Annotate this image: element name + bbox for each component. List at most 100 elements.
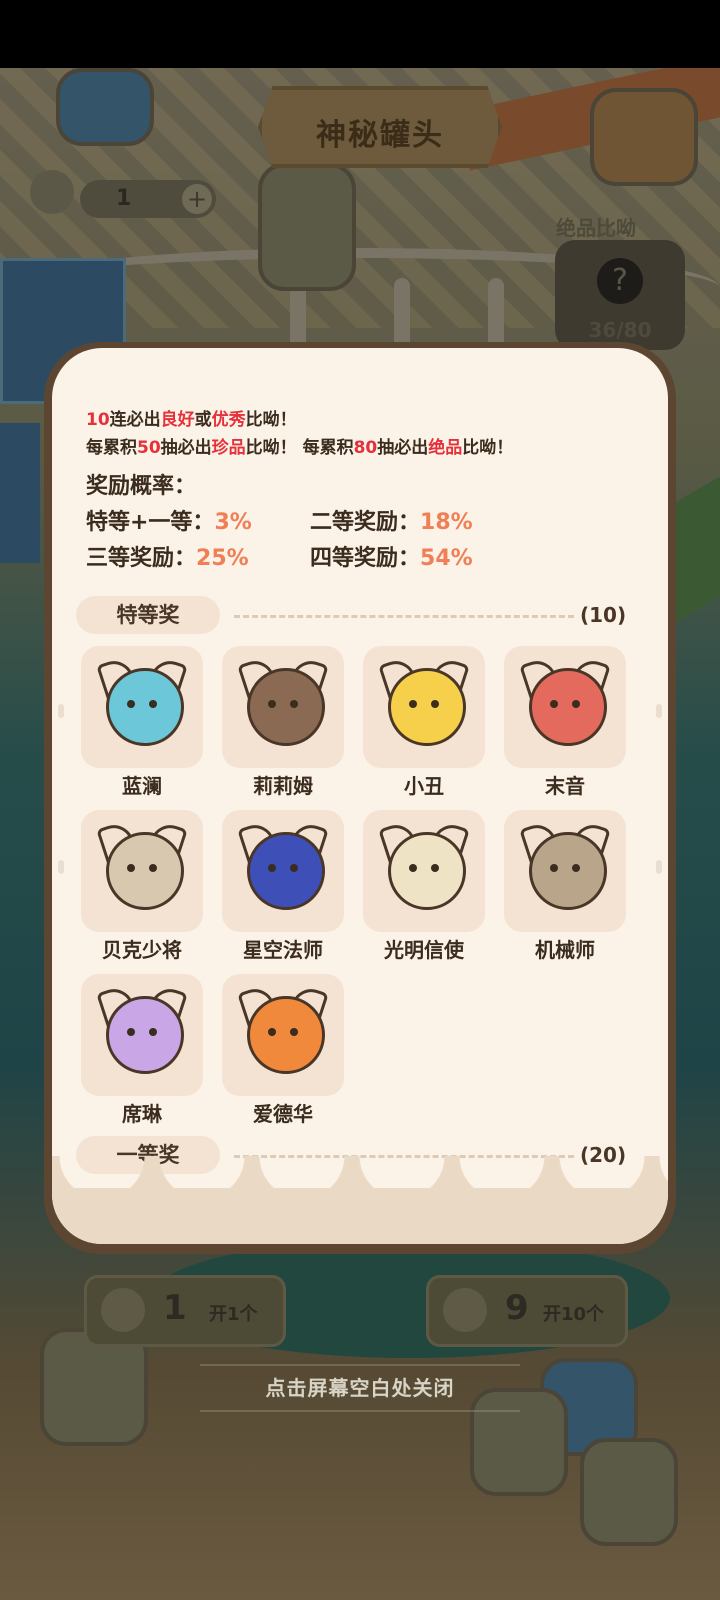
can-decoration: [590, 88, 698, 186]
reward-item[interactable]: 光明信使: [363, 810, 485, 962]
reward-item-name: 蓝澜: [122, 774, 162, 798]
open-one-label: 开1个: [209, 1304, 258, 1325]
reward-item-card: [363, 646, 485, 768]
open-one-button[interactable]: 1 开1个: [84, 1275, 286, 1347]
probability-item: 特等+一等：3%: [86, 510, 252, 535]
rare-progress-badge[interactable]: ? 36/80: [555, 240, 685, 350]
panel-wave-decoration: [52, 1188, 668, 1244]
reward-item[interactable]: 机械师: [504, 810, 626, 962]
close-hint[interactable]: 点击屏幕空白处关闭: [0, 1372, 720, 1401]
character-portrait-icon: [388, 832, 466, 910]
fish-icon: [101, 1288, 145, 1332]
reward-item-card: [504, 810, 626, 932]
status-bar: [0, 0, 720, 68]
open-one-cost: 1: [163, 1288, 187, 1328]
open-ten-cost: 9: [505, 1288, 529, 1328]
character-eye: [149, 700, 157, 708]
reward-item-name: 末音: [545, 774, 585, 798]
ticket-counter: 1 +: [80, 180, 216, 218]
character-eye: [127, 700, 135, 708]
reward-item-card: [222, 810, 344, 932]
probability-item: 二等奖励：18%: [310, 510, 473, 535]
reward-item-name: 机械师: [535, 938, 595, 962]
character-eye: [409, 700, 417, 708]
reward-item-name: 爱德华: [253, 1102, 313, 1126]
decoration-dot: [656, 860, 662, 874]
reward-item-card: [222, 646, 344, 768]
decoration-dot: [656, 704, 662, 718]
reward-item-card: [504, 646, 626, 768]
reward-item-name: 星空法师: [243, 938, 323, 962]
can-decoration: [258, 163, 356, 291]
title-banner: 神秘罐头: [258, 86, 502, 168]
character-portrait-icon: [106, 996, 184, 1074]
character-eye: [572, 700, 580, 708]
character-portrait-icon: [247, 668, 325, 746]
open-ten-button[interactable]: 9 开10个: [426, 1275, 628, 1347]
can-decoration: [56, 68, 154, 146]
reward-item[interactable]: 星空法师: [222, 810, 344, 962]
rare-label: 绝品比呦: [556, 216, 636, 240]
rules-text: 10连必出良好或优秀比呦！ 每累积50抽必出珍品比呦！ 每累积80抽必出绝品比呦…: [86, 406, 646, 462]
character-eye: [268, 700, 276, 708]
reward-item-name: 席琳: [122, 1102, 162, 1126]
character-eye: [431, 700, 439, 708]
reward-panel[interactable]: 10连必出良好或优秀比呦！ 每累积50抽必出珍品比呦！ 每累积80抽必出绝品比呦…: [52, 348, 668, 1244]
section-count: (10): [580, 603, 627, 627]
reward-item-card: [222, 974, 344, 1096]
probability-item: 三等奖励：25%: [86, 546, 249, 571]
character-eye: [268, 864, 276, 872]
reward-item[interactable]: 莉莉姆: [222, 646, 344, 798]
character-eye: [149, 864, 157, 872]
character-eye: [268, 1028, 276, 1036]
section-divider: [234, 615, 574, 618]
character-portrait-icon: [529, 832, 607, 910]
reward-item[interactable]: 小丑: [363, 646, 485, 798]
character-eye: [550, 864, 558, 872]
reward-item[interactable]: 末音: [504, 646, 626, 798]
character-portrait-icon: [529, 668, 607, 746]
divider: [200, 1410, 520, 1412]
probability-item: 四等奖励：54%: [310, 546, 473, 571]
reward-item-card: [81, 810, 203, 932]
character-eye: [409, 864, 417, 872]
reward-item-card: [81, 974, 203, 1096]
character-eye: [290, 864, 298, 872]
page-title: 神秘罐头: [316, 118, 444, 153]
fish-icon: [443, 1288, 487, 1332]
reward-item-name: 小丑: [404, 774, 444, 798]
can-decoration: [470, 1388, 568, 1496]
ticket-count: 1: [116, 186, 132, 211]
rule-line-2: 每累积50抽必出珍品比呦！ 每累积80抽必出绝品比呦！: [86, 438, 514, 458]
can-decoration: [580, 1438, 678, 1546]
decoration-dot: [58, 860, 64, 874]
rule-line-1: 10连必出良好或优秀比呦！: [86, 410, 297, 430]
fish-icon: [30, 170, 74, 214]
reward-item-name: 光明信使: [384, 938, 464, 962]
character-portrait-icon: [388, 668, 466, 746]
reward-item[interactable]: 爱德华: [222, 974, 344, 1126]
mystery-icon: ?: [597, 258, 643, 304]
divider: [200, 1364, 520, 1366]
decoration-dot: [58, 704, 64, 718]
character-eye: [149, 1028, 157, 1036]
character-portrait-icon: [106, 832, 184, 910]
character-portrait-icon: [106, 668, 184, 746]
character-eye: [550, 700, 558, 708]
character-portrait-icon: [247, 832, 325, 910]
character-eye: [431, 864, 439, 872]
add-ticket-button[interactable]: +: [182, 184, 212, 214]
reward-item[interactable]: 贝克少将: [81, 810, 203, 962]
background-card: [0, 423, 40, 563]
character-eye: [127, 864, 135, 872]
reward-item[interactable]: 席琳: [81, 974, 203, 1126]
reward-item[interactable]: 蓝澜: [81, 646, 203, 798]
character-eye: [572, 864, 580, 872]
character-eye: [290, 700, 298, 708]
open-ten-label: 开10个: [543, 1304, 605, 1325]
probability-title: 奖励概率：: [86, 474, 197, 499]
reward-item-name: 莉莉姆: [253, 774, 313, 798]
character-eye: [290, 1028, 298, 1036]
reward-item-card: [81, 646, 203, 768]
reward-item-card: [363, 810, 485, 932]
